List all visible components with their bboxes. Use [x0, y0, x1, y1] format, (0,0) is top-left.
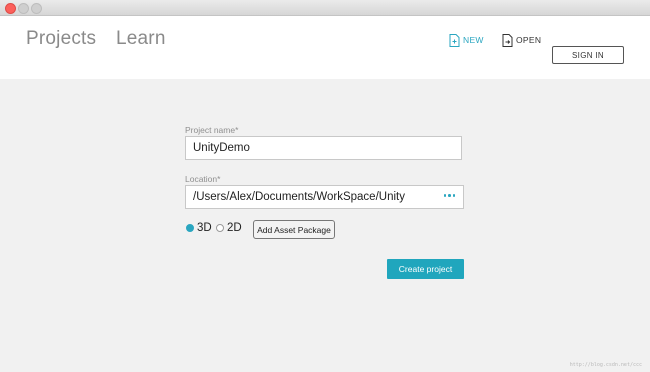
- location-value: /Users/Alex/Documents/WorkSpace/Unity: [193, 191, 405, 203]
- location-input[interactable]: /Users/Alex/Documents/WorkSpace/Unity: [185, 185, 464, 209]
- project-name-value: UnityDemo: [193, 142, 250, 154]
- radio-3d-indicator[interactable]: [186, 224, 194, 232]
- maximize-window-button[interactable]: [31, 3, 42, 14]
- radio-2d-label: 2D: [227, 222, 242, 234]
- radio-2d[interactable]: 2D: [216, 222, 242, 234]
- window-titlebar: [0, 0, 650, 16]
- new-label: NEW: [463, 35, 484, 45]
- new-project-icon: [449, 33, 460, 47]
- close-window-button[interactable]: [5, 3, 16, 14]
- create-project-button[interactable]: Create project: [387, 259, 464, 279]
- radio-2d-indicator[interactable]: [216, 224, 224, 232]
- watermark-text: http://blog.csdn.net/ccc: [569, 362, 642, 368]
- radio-3d[interactable]: 3D: [186, 222, 212, 234]
- open-project-icon: [502, 33, 513, 47]
- location-label: Location*: [185, 174, 221, 184]
- minimize-window-button[interactable]: [18, 3, 29, 14]
- project-name-input[interactable]: UnityDemo: [185, 136, 462, 160]
- open-project-button[interactable]: OPEN: [502, 32, 541, 48]
- sign-in-button[interactable]: SIGN IN: [552, 46, 624, 64]
- project-name-label: Project name*: [185, 125, 239, 135]
- open-label: OPEN: [516, 35, 542, 45]
- add-asset-package-button[interactable]: Add Asset Package: [253, 220, 335, 239]
- tab-learn[interactable]: Learn: [116, 28, 166, 50]
- tab-projects[interactable]: Projects: [26, 28, 96, 50]
- radio-3d-label: 3D: [197, 222, 212, 234]
- new-project-button[interactable]: NEW: [449, 32, 484, 48]
- more-dots-icon[interactable]: [443, 194, 455, 197]
